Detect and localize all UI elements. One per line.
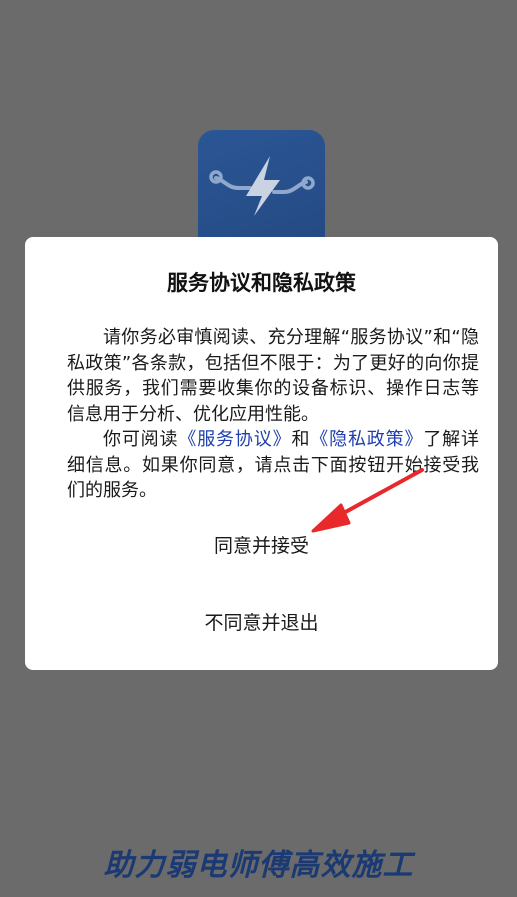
dialog-body: 请你务必审慎阅读、充分理解“服务协议”和“隐私政策”各条款，包括但不限于：为了更…	[67, 325, 479, 504]
dialog-paragraph-1: 请你务必审慎阅读、充分理解“服务协议”和“隐私政策”各条款，包括但不限于：为了更…	[67, 327, 479, 425]
para2-and: 和	[291, 429, 311, 450]
slogan: 助力弱电师傅高效施工	[103, 848, 414, 883]
para2-prefix: 你可阅读	[103, 429, 179, 450]
dialog-paragraph-2: 你可阅读《服务协议》和《隐私政策》了解详细信息。如果你同意，请点击下面按钮开始接…	[67, 427, 479, 504]
dialog-title: 服务协议和隐私政策	[167, 271, 356, 295]
privacy-policy-link[interactable]: 《隐私政策》	[310, 429, 423, 450]
agree-button[interactable]: 同意并接受	[25, 531, 498, 558]
privacy-dialog: 服务协议和隐私政策 请你务必审慎阅读、充分理解“服务协议”和“隐私政策”各条款，…	[25, 237, 498, 670]
service-agreement-link[interactable]: 《服务协议》	[178, 429, 291, 450]
disagree-exit-button[interactable]: 不同意并退出	[25, 608, 498, 635]
